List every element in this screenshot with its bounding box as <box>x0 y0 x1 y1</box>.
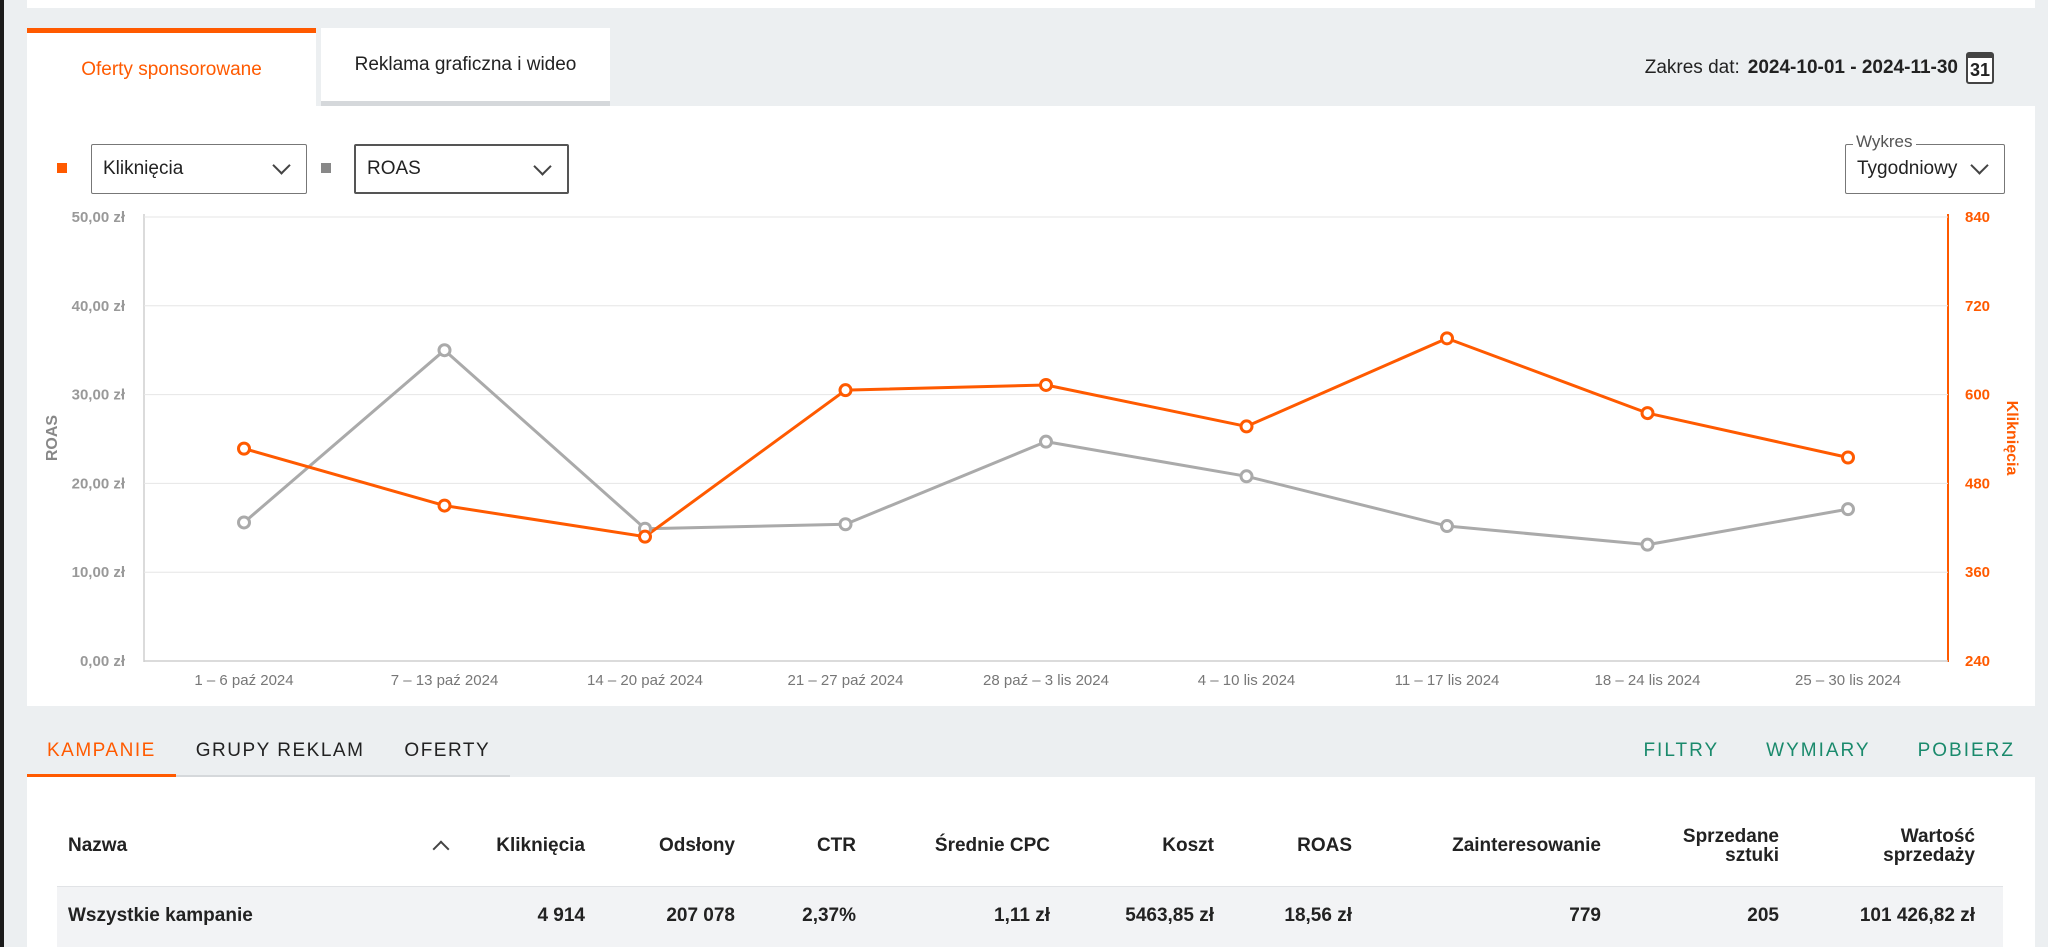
subtab-ad-groups[interactable]: GRUPY REKLAM <box>175 727 385 777</box>
header-impressions[interactable]: Odsłony <box>659 836 735 855</box>
total-name: Wszystkie kampanie <box>68 905 253 926</box>
right-tick-label: 240 <box>1965 653 1990 670</box>
x-tick-label: 21 – 27 paź 2024 <box>788 672 904 689</box>
header-sold-units[interactable]: Sprzedane sztuki <box>1683 827 1779 865</box>
header-cost[interactable]: Koszt <box>1162 836 1214 855</box>
x-tick-label: 25 – 30 lis 2024 <box>1795 672 1901 689</box>
data-point <box>838 517 853 532</box>
dimensions-button[interactable]: WYMIARY <box>1766 740 1870 762</box>
right-tick-label: 480 <box>1965 475 1990 492</box>
header-avg-cpc[interactable]: Średnie CPC <box>935 836 1050 855</box>
data-point <box>838 383 853 398</box>
table-subtabs: KAMPANIE GRUPY REKLAM OFERTY <box>27 727 511 777</box>
header-sales-value-line2: sprzedaży <box>1883 845 1975 866</box>
header-sales-value[interactable]: Wartość sprzedaży <box>1883 827 1975 865</box>
total-clicks: 4 914 <box>537 905 585 926</box>
data-point <box>1640 537 1655 552</box>
right-tick-label: 840 <box>1965 209 1990 226</box>
x-tick-label: 28 paź – 3 lis 2024 <box>983 672 1109 689</box>
subtab-campaigns[interactable]: KAMPANIE <box>27 727 176 777</box>
data-point <box>1640 406 1655 421</box>
total-ctr: 2,37% <box>802 905 856 926</box>
total-interest: 779 <box>1569 905 1601 926</box>
header-sold-units-line1: Sprzedane <box>1682 826 1779 847</box>
data-point <box>1841 450 1855 465</box>
left-tick-label: 0,00 zł <box>80 653 126 670</box>
data-point <box>1841 502 1855 517</box>
data-point <box>1039 434 1053 449</box>
data-point <box>1039 377 1053 392</box>
right-tick-label: 360 <box>1965 564 1990 581</box>
left-tick-label: 50,00 zł <box>72 209 126 226</box>
left-tick-label: 40,00 zł <box>72 298 126 315</box>
header-clicks[interactable]: Kliknięcia <box>496 836 585 855</box>
x-tick-label: 18 – 24 lis 2024 <box>1595 672 1701 689</box>
total-impressions: 207 078 <box>666 905 735 926</box>
total-sold-units: 205 <box>1747 905 1779 926</box>
data-point <box>1440 331 1454 346</box>
total-sales-value: 101 426,82 zł <box>1859 905 1975 926</box>
header-sales-value-line1: Wartość <box>1900 826 1975 847</box>
right-tick-label: 600 <box>1965 387 1990 404</box>
x-tick-label: 14 – 20 paź 2024 <box>587 672 703 689</box>
download-button[interactable]: POBIERZ <box>1918 740 2015 762</box>
x-tick-label: 11 – 17 lis 2024 <box>1395 672 1500 689</box>
data-point <box>1440 519 1454 534</box>
right-tick-label: 720 <box>1965 298 1990 315</box>
header-name[interactable]: Nazwa <box>68 836 127 855</box>
subtab-offers[interactable]: OFERTY <box>384 727 511 777</box>
data-point <box>1239 419 1254 434</box>
data-point <box>437 343 452 358</box>
data-point <box>1239 469 1254 484</box>
right-axis-title: Kliknięcia <box>2003 401 2020 476</box>
data-point <box>237 515 251 530</box>
left-tick-label: 30,00 zł <box>72 387 126 404</box>
data-point <box>638 529 652 544</box>
left-tick-label: 20,00 zł <box>72 475 126 492</box>
x-tick-label: 7 – 13 paź 2024 <box>391 672 499 689</box>
header-roas[interactable]: ROAS <box>1297 836 1352 855</box>
left-tick-label: 10,00 zł <box>72 564 126 581</box>
data-point <box>437 498 452 513</box>
header-ctr[interactable]: CTR <box>817 836 856 855</box>
filters-button[interactable]: FILTRY <box>1643 740 1719 762</box>
header-sold-units-line2: sztuki <box>1725 845 1779 866</box>
table-actions: FILTRY WYMIARY POBIERZ <box>1643 740 2015 762</box>
total-avg-cpc: 1,11 zł <box>994 905 1050 926</box>
x-tick-label: 4 – 10 lis 2024 <box>1198 672 1296 689</box>
header-interest[interactable]: Zainteresowanie <box>1452 836 1601 855</box>
total-roas: 18,56 zł <box>1284 905 1352 926</box>
data-point <box>237 441 251 456</box>
left-axis-title: ROAS <box>44 415 61 462</box>
total-cost: 5463,85 zł <box>1125 905 1214 926</box>
x-tick-label: 1 – 6 paź 2024 <box>194 672 293 689</box>
